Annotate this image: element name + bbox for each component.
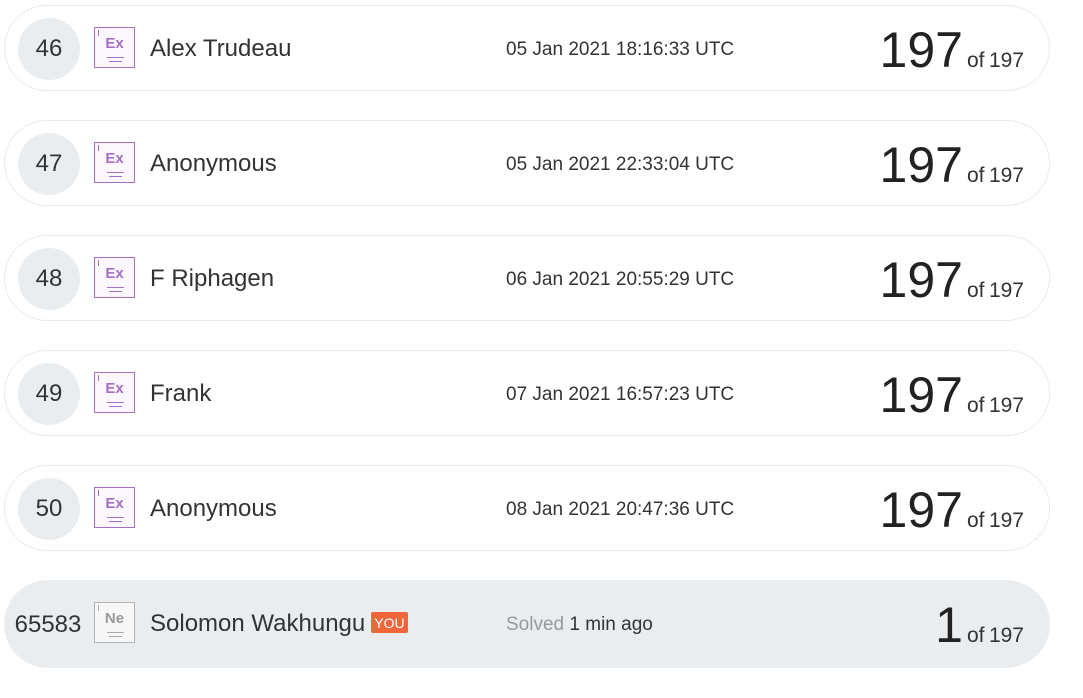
expert-badge-icon: Ex: [94, 257, 135, 298]
score-value: 1: [935, 597, 963, 653]
expert-badge-icon: Ex: [94, 27, 135, 68]
user-name[interactable]: Frank: [150, 380, 211, 408]
score: 197 of 197: [880, 481, 1024, 539]
score-of: of: [966, 164, 985, 187]
solve-status: Solved 1 min ago: [506, 614, 653, 636]
user-name-wrapper: Solomon Wakhungu YOU: [150, 610, 408, 638]
leaderboard-row[interactable]: 46 Ex Alex Trudeau 05 Jan 2021 18:16:33 …: [4, 5, 1050, 91]
solve-timestamp: 05 Jan 2021 22:33:04 UTC: [506, 154, 735, 175]
score-total: 197: [988, 49, 1024, 72]
rank-number: 50: [18, 478, 80, 540]
score-of: of: [966, 394, 985, 417]
score: 197 of 197: [880, 251, 1024, 309]
score-of: of: [966, 279, 985, 302]
score-value: 197: [879, 482, 963, 538]
solve-timestamp: 07 Jan 2021 16:57:23 UTC: [506, 384, 735, 405]
score: 1 of 197: [935, 596, 1024, 654]
expert-badge-icon: Ex: [94, 372, 135, 413]
score-total: 197: [988, 164, 1024, 187]
score: 197 of 197: [880, 136, 1024, 194]
rank-number: 47: [18, 133, 80, 195]
score-of: of: [966, 624, 985, 647]
score-value: 197: [879, 137, 963, 193]
user-name[interactable]: Solomon Wakhungu: [150, 610, 365, 637]
leaderboard-row[interactable]: 49 Ex Frank 07 Jan 2021 16:57:23 UTC 197…: [4, 350, 1050, 436]
score-total: 197: [988, 624, 1024, 647]
current-user-row[interactable]: 65583 Ne Solomon Wakhungu YOU Solved 1 mi…: [4, 580, 1050, 668]
solved-label: Solved: [506, 614, 565, 635]
user-name[interactable]: Anonymous: [150, 495, 277, 523]
leaderboard-row[interactable]: 47 Ex Anonymous 05 Jan 2021 22:33:04 UTC…: [4, 120, 1050, 206]
rank-number: 65583: [14, 611, 82, 638]
solve-timestamp: 05 Jan 2021 18:16:33 UTC: [506, 39, 735, 60]
score-total: 197: [988, 279, 1024, 302]
user-name[interactable]: Anonymous: [150, 150, 277, 178]
leaderboard-list: 46 Ex Alex Trudeau 05 Jan 2021 18:16:33 …: [4, 5, 1050, 697]
leaderboard-row[interactable]: 48 Ex F Riphagen 06 Jan 2021 20:55:29 UT…: [4, 235, 1050, 321]
rank-number: 48: [18, 248, 80, 310]
rank-number: 46: [18, 18, 80, 80]
solve-timestamp: 06 Jan 2021 20:55:29 UTC: [506, 269, 735, 290]
solved-time: 1 min ago: [569, 614, 653, 635]
score-value: 197: [879, 22, 963, 78]
user-name[interactable]: Alex Trudeau: [150, 35, 291, 63]
novice-badge-icon: Ne: [94, 602, 135, 643]
score: 197 of 197: [880, 21, 1024, 79]
expert-badge-icon: Ex: [94, 487, 135, 528]
user-name[interactable]: F Riphagen: [150, 265, 274, 293]
leaderboard-row[interactable]: 50 Ex Anonymous 08 Jan 2021 20:47:36 UTC…: [4, 465, 1050, 551]
score-total: 197: [988, 394, 1024, 417]
score-of: of: [966, 49, 985, 72]
expert-badge-icon: Ex: [94, 142, 135, 183]
score-value: 197: [879, 252, 963, 308]
rank-number: 49: [18, 363, 80, 425]
score-of: of: [966, 509, 985, 532]
score: 197 of 197: [880, 366, 1024, 424]
solve-timestamp: 08 Jan 2021 20:47:36 UTC: [506, 499, 735, 520]
score-total: 197: [988, 509, 1024, 532]
score-value: 197: [879, 367, 963, 423]
you-badge: YOU: [371, 612, 408, 634]
